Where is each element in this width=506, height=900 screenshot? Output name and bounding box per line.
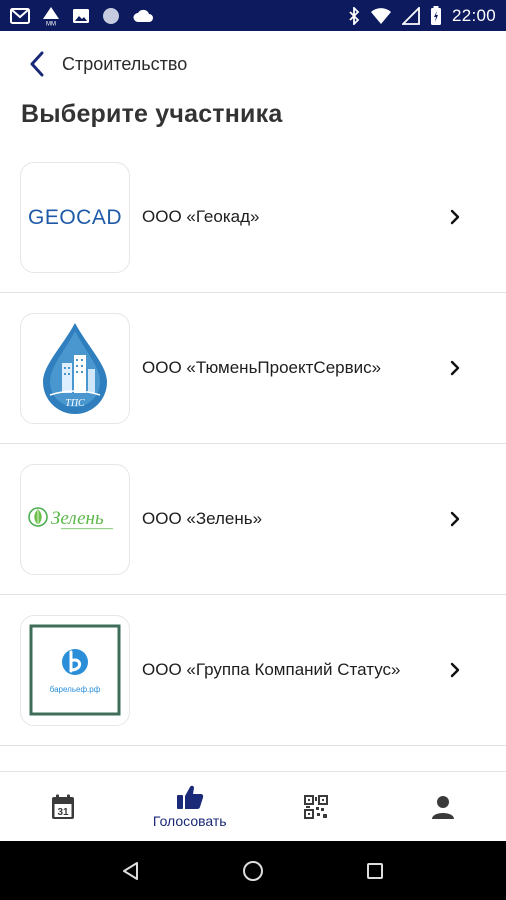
back-button[interactable]	[0, 31, 60, 97]
participant-name: ООО «Группа Компаний Статус»	[142, 660, 401, 679]
circle-icon	[102, 7, 120, 25]
chevron-right-icon	[450, 662, 490, 678]
tps-logo-text: ТПС	[65, 398, 85, 409]
signal-icon	[401, 6, 420, 25]
participant-item-tyumen-proekt-servis[interactable]: ТПС ООО «ТюменьПроектСервис»	[0, 293, 506, 444]
system-home-button[interactable]	[233, 851, 273, 891]
mm-notification-icon: MM	[42, 6, 60, 26]
status-logo-text: барельеф.рф	[50, 685, 101, 694]
nav-vote[interactable]: Голосовать	[127, 772, 254, 841]
bottom-navigation: 31 Голосовать	[0, 771, 506, 841]
header-title: Строительство	[62, 53, 188, 74]
back-triangle-icon	[123, 861, 138, 880]
back-arrow-icon	[30, 51, 44, 77]
zelen-logo: Зелень	[20, 463, 130, 575]
participant-name: ООО «Геокад»	[142, 207, 260, 226]
status-notification-icons: MM	[10, 6, 154, 26]
participant-item-geocad[interactable]: GEOCAD ООО «Геокад»	[0, 142, 506, 293]
gmail-icon	[10, 7, 30, 24]
svg-text:31: 31	[58, 807, 70, 818]
bluetooth-icon	[348, 6, 360, 25]
battery-icon	[430, 5, 442, 26]
page-title: Выберите участника	[21, 100, 283, 128]
participant-list: GEOCAD ООО «Геокад» ТПС ООО «ТюменьПроек…	[0, 142, 506, 746]
app-header: Строительство	[0, 31, 506, 97]
profile-icon	[431, 795, 454, 819]
thumbs-up-icon	[176, 785, 203, 809]
chevron-right-icon	[450, 209, 490, 225]
image-icon	[72, 8, 90, 24]
participant-item-zelen[interactable]: Зелень ООО «Зелень»	[0, 444, 506, 595]
participant-name: ООО «Зелень»	[142, 509, 263, 528]
zelen-logo-text: Зелень	[51, 508, 104, 529]
recents-square-icon	[367, 862, 383, 879]
system-back-button[interactable]	[111, 851, 151, 891]
participant-item-status[interactable]: барельеф.рф ООО «Группа Компаний Статус»	[0, 595, 506, 746]
chevron-right-icon	[450, 511, 490, 527]
qr-code-icon	[304, 794, 329, 819]
geocad-logo: GEOCAD	[20, 161, 130, 273]
status-bar: MM 22:00	[0, 0, 506, 31]
nav-profile[interactable]	[380, 772, 506, 841]
geocad-logo-text: GEOCAD	[28, 206, 122, 229]
system-recents-button[interactable]	[355, 851, 395, 891]
nav-calendar[interactable]: 31	[0, 772, 127, 841]
system-navigation-bar	[0, 841, 506, 900]
nav-qr-code[interactable]	[253, 772, 380, 841]
svg-text:MM: MM	[46, 21, 56, 26]
chevron-right-icon	[450, 360, 490, 376]
home-circle-icon	[243, 860, 263, 881]
status-system-icons: 22:00	[348, 5, 496, 26]
tps-drop-logo: ТПС	[20, 312, 130, 424]
participant-name: ООО «ТюменьПроектСервис»	[142, 358, 382, 377]
cloud-icon	[132, 8, 154, 24]
status-time: 22:00	[451, 5, 496, 25]
nav-vote-label: Голосовать	[152, 813, 227, 829]
calendar-icon: 31	[52, 794, 75, 819]
status-logo: барельеф.рф	[20, 614, 130, 726]
wifi-icon	[370, 7, 392, 25]
